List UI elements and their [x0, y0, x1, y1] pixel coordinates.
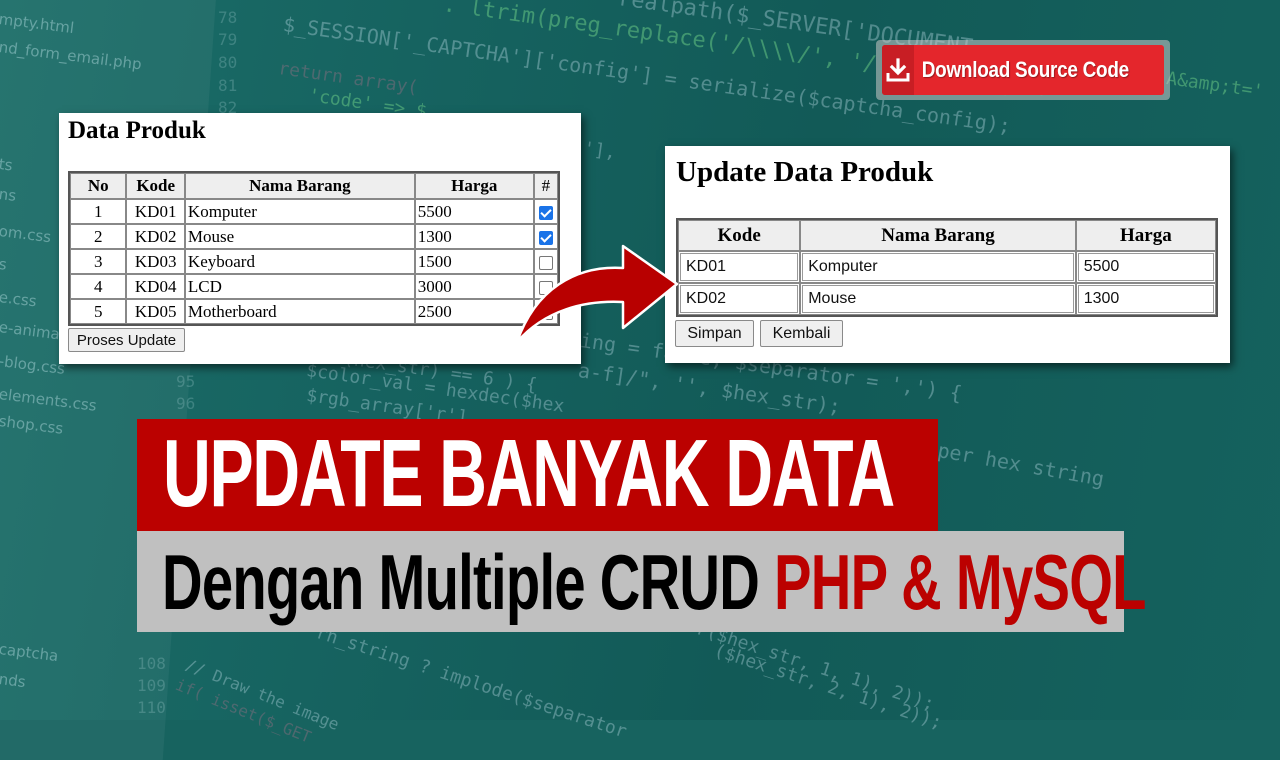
- cell-kode: [678, 251, 801, 283]
- cell-kode: KD04: [126, 274, 185, 299]
- table-row: 1 KD01 Komputer 5500: [70, 199, 558, 224]
- table-row: 4 KD04 LCD 3000: [70, 274, 558, 299]
- table-row: 5 KD05 Motherboard 2500: [70, 299, 558, 324]
- data-produk-title: Data Produk: [68, 117, 206, 144]
- cell-no: 5: [70, 299, 127, 324]
- column-header-nama-barang: Nama Barang: [800, 220, 1076, 251]
- banner-title: UPDATE BANYAK DATA: [163, 420, 895, 527]
- nama-barang-input[interactable]: [802, 253, 1074, 281]
- line-number: 79: [218, 30, 238, 49]
- harga-input[interactable]: [1077, 253, 1214, 281]
- cell-kode: [678, 283, 801, 315]
- cell-no: 4: [70, 274, 127, 299]
- update-data-produk-panel: Update Data Produk Kode Nama Barang Harg…: [665, 146, 1230, 363]
- line-number: 108: [137, 654, 166, 673]
- code-line: rn_string ? implode($separator: [313, 622, 630, 743]
- line-number: 96: [176, 394, 196, 413]
- banner-subtitle-highlight: PHP & MySQL: [774, 538, 1146, 626]
- column-header-nama-barang: Nama Barang: [184, 173, 415, 199]
- file-name: ts: [0, 155, 14, 175]
- cell-nama-barang: LCD: [184, 274, 415, 299]
- cell-no: 1: [70, 199, 127, 224]
- code-line: A&amp;t=': [1165, 68, 1265, 103]
- table-row: [678, 251, 1216, 283]
- file-name: ns: [0, 185, 18, 205]
- column-header-select: #: [533, 173, 558, 199]
- proses-update-button[interactable]: Proses Update: [68, 328, 185, 352]
- cell-kode: KD02: [126, 224, 185, 249]
- table-row: 2 KD02 Mouse 1300: [70, 224, 558, 249]
- column-header-harga: Harga: [414, 173, 534, 199]
- data-produk-table: No Kode Nama Barang Harga # 1 KD01 Kompute…: [68, 171, 560, 326]
- kode-input[interactable]: [680, 253, 799, 281]
- cell-harga: [1075, 283, 1216, 315]
- curved-arrow-icon: [515, 244, 679, 344]
- download-icon-box: [882, 45, 915, 95]
- harga-input[interactable]: [1077, 285, 1214, 313]
- banner-title-bar: UPDATE BANYAK DATA: [137, 419, 938, 531]
- nama-barang-input[interactable]: [802, 285, 1074, 313]
- download-icon: [886, 58, 910, 82]
- cell-kode: KD03: [126, 249, 185, 274]
- cell-kode: KD01: [126, 199, 185, 224]
- simpan-button[interactable]: Simpan: [675, 320, 754, 347]
- line-number: 109: [137, 676, 166, 695]
- kembali-button[interactable]: Kembali: [760, 320, 843, 347]
- cell-nama: [800, 251, 1076, 283]
- line-number: 78: [218, 8, 238, 27]
- column-header-kode: Kode: [126, 173, 185, 199]
- column-header-no: No: [70, 173, 127, 199]
- cell-harga: [1075, 251, 1216, 283]
- line-number: 80: [218, 53, 238, 72]
- column-header-harga: Harga: [1075, 220, 1216, 251]
- download-source-code-button[interactable]: Download Source Code: [882, 45, 1164, 95]
- line-number: 81: [218, 76, 238, 95]
- table-header-row: Kode Nama Barang Harga: [678, 220, 1216, 251]
- kode-input[interactable]: [680, 285, 799, 313]
- table-row: [678, 283, 1216, 315]
- download-button-label: Download Source Code: [921, 57, 1130, 82]
- cell-nama-barang: Komputer: [184, 199, 415, 224]
- table-header-row: No Kode Nama Barang Harga #: [70, 173, 558, 199]
- banner-subtitle-bar: Dengan Multiple CRUD PHP & MySQL: [137, 531, 1146, 632]
- download-button-frame: Download Source Code: [876, 40, 1170, 100]
- update-produk-table: Kode Nama Barang Harga: [676, 218, 1218, 317]
- code-line: per hex string: [935, 438, 1107, 491]
- line-number: 95: [176, 372, 196, 391]
- update-data-produk-title: Update Data Produk: [676, 156, 934, 188]
- column-header-kode: Kode: [678, 220, 801, 251]
- cell-nama-barang: Mouse: [184, 224, 415, 249]
- cell-kode: KD05: [126, 299, 185, 324]
- cell-nama-barang: Motherboard: [184, 299, 415, 324]
- line-number: 110: [137, 698, 166, 717]
- banner-subtitle-main: Dengan Multiple CRUD: [162, 538, 774, 626]
- cell-nama-barang: Keyboard: [184, 249, 415, 274]
- cell-no: 2: [70, 224, 127, 249]
- cell-nama: [800, 283, 1076, 315]
- file-name: nds: [0, 670, 27, 692]
- cell-no: 3: [70, 249, 127, 274]
- data-produk-panel: Data Produk No Kode Nama Barang Harga # …: [59, 113, 581, 364]
- code-line: '],: [582, 138, 618, 164]
- banner-subtitle: Dengan Multiple CRUD PHP & MySQL: [162, 539, 1146, 625]
- table-row: 3 KD03 Keyboard 1500: [70, 249, 558, 274]
